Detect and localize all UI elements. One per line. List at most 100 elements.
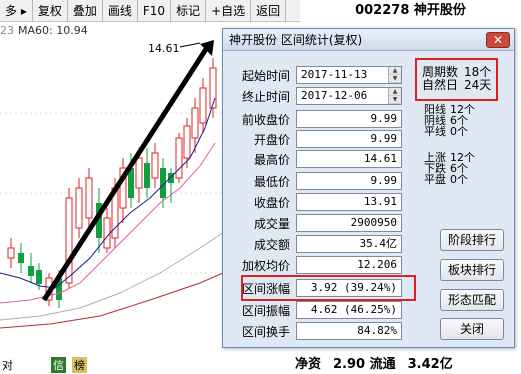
- high-marker-arrow: [179, 42, 201, 48]
- high-value: 14.61: [296, 150, 402, 168]
- natural-days-label: 自然日: [422, 78, 459, 92]
- spin-up-icon[interactable]: ▲: [389, 88, 401, 96]
- start-time-row: 起始时间 2017-11-13 ▲ ▼: [230, 66, 402, 84]
- underlying-info: 净资 2.90 流通 3.42亿: [295, 350, 521, 374]
- candle-body: [151, 152, 159, 179]
- ma-prefix: 23: [0, 24, 14, 37]
- candle-body: [191, 107, 199, 139]
- trend-arrow: [41, 44, 211, 302]
- start-time-spinner[interactable]: ▲ ▼: [388, 67, 401, 83]
- bottom-tab-2[interactable]: 信: [51, 357, 66, 373]
- range-turnover-label: 区间换手: [241, 324, 290, 339]
- low-label: 最低价: [253, 174, 290, 189]
- start-time-label: 起始时间: [241, 68, 290, 83]
- toolbar-f10[interactable]: F10: [138, 0, 172, 22]
- start-time-field[interactable]: 2017-11-13 ▲ ▼: [296, 66, 402, 84]
- prev-close-value: 9.99: [296, 110, 402, 128]
- trend-stats: 上涨 12个 下跌 6个 平盘 0个: [424, 152, 475, 185]
- stock-title: 002278 神开股份: [355, 3, 466, 18]
- field-row: 加权均价 12.206: [230, 256, 402, 274]
- field-row: 前收盘价 9.99: [230, 110, 402, 128]
- spin-down-icon[interactable]: ▼: [389, 96, 401, 104]
- candle-body: [199, 87, 207, 124]
- amount-value: 35.4亿: [296, 235, 402, 253]
- field-row: 收盘价 13.91: [230, 193, 402, 211]
- toolbar-draw-line[interactable]: 画线: [103, 0, 138, 22]
- range-gain-highlight: [241, 275, 416, 301]
- candle-body: [65, 197, 73, 284]
- period-stats: 周期数 18个 自然日 24天: [422, 66, 491, 92]
- spin-up-icon[interactable]: ▲: [389, 67, 401, 75]
- candle-body: [103, 217, 111, 249]
- volume-value: 2900950: [296, 214, 402, 232]
- field-row: 成交量 2900950: [230, 214, 402, 232]
- float-value: 3.42亿: [407, 356, 453, 372]
- bottom-tab-1[interactable]: 对: [0, 357, 15, 373]
- stage-rank-button[interactable]: 阶段排行: [440, 229, 504, 251]
- toolbar-mark[interactable]: 标记: [171, 0, 207, 22]
- bottom-tab-strip: 对 信 榜: [0, 356, 230, 374]
- candle-body: [28, 266, 34, 276]
- candle-body: [183, 125, 191, 159]
- close-label: 收盘价: [253, 195, 290, 210]
- field-row: 最高价 14.61: [230, 150, 402, 168]
- avg-price-value: 12.206: [296, 256, 402, 274]
- avg-price-label: 加权均价: [241, 258, 290, 273]
- flat-candle-value: 0个: [450, 125, 468, 138]
- candle-body: [135, 157, 143, 189]
- prev-close-label: 前收盘价: [241, 112, 290, 127]
- toolbar-add-watchlist[interactable]: +自选: [206, 0, 252, 22]
- toolbar-more[interactable]: 多 ▸: [0, 0, 33, 22]
- open-value: 9.99: [296, 130, 402, 148]
- natural-days-value: 24天: [464, 78, 492, 92]
- field-row: 区间振幅 4.62 (46.25%): [230, 301, 402, 319]
- end-time-row: 终止时间 2017-12-06 ▲ ▼: [230, 87, 402, 105]
- sector-rank-button[interactable]: 板块排行: [440, 259, 504, 281]
- candlestick-chart[interactable]: [0, 38, 230, 353]
- candle-body: [209, 67, 217, 109]
- volume-label: 成交量: [253, 216, 290, 231]
- close-icon[interactable]: ✕: [486, 32, 510, 48]
- spin-down-icon[interactable]: ▼: [389, 75, 401, 83]
- field-row: 成交额 35.4亿: [230, 235, 402, 253]
- candle-body: [175, 137, 183, 179]
- high-price-label: 14.61: [148, 42, 180, 55]
- open-label: 开盘价: [253, 132, 290, 147]
- end-time-label: 终止时间: [241, 89, 290, 104]
- range-amplitude-value: 4.62 (46.25%): [296, 301, 402, 319]
- flat-candle-label: 平线: [424, 125, 446, 138]
- low-value: 9.99: [296, 172, 402, 190]
- amount-label: 成交额: [253, 237, 290, 252]
- candle-body: [144, 163, 150, 188]
- float-info: 2.90 流通: [333, 356, 396, 372]
- toolbar-restore-rights[interactable]: 复权: [33, 0, 68, 22]
- end-time-spinner[interactable]: ▲ ▼: [388, 88, 401, 104]
- end-time-field[interactable]: 2017-12-06 ▲ ▼: [296, 87, 402, 105]
- candle-body: [75, 187, 83, 229]
- ma-indicator: 23 MA60: 10.94: [0, 24, 88, 38]
- net-asset-label: 净资: [295, 356, 322, 372]
- ma60-value: MA60: 10.94: [18, 24, 88, 37]
- high-label: 最高价: [253, 152, 290, 167]
- candle-body: [18, 253, 24, 263]
- toolbar-overlay[interactable]: 叠加: [68, 0, 103, 22]
- close-button[interactable]: 关闭: [440, 318, 504, 340]
- pattern-match-button[interactable]: 形态匹配: [440, 289, 504, 311]
- field-row: 开盘价 9.99: [230, 130, 402, 148]
- dialog-titlebar[interactable]: 神开股份 区间统计(复权) ✕: [223, 29, 514, 51]
- flat-value: 0个: [450, 173, 468, 186]
- close-value: 13.91: [296, 193, 402, 211]
- field-row: 最低价 9.99: [230, 172, 402, 190]
- end-time-value[interactable]: 2017-12-06: [297, 88, 388, 104]
- chart-toolbar: 多 ▸ 复权 叠加 画线 F10 标记 +自选 返回: [0, 0, 300, 22]
- bottom-tab-3[interactable]: 榜: [72, 357, 87, 373]
- dialog-title: 神开股份 区间统计(复权): [229, 33, 363, 47]
- candle-body: [36, 270, 42, 284]
- range-amplitude-label: 区间振幅: [241, 303, 290, 318]
- flat-label: 平盘: [424, 173, 446, 186]
- start-time-value[interactable]: 2017-11-13: [297, 67, 388, 83]
- range-turnover-value: 84.82%: [296, 322, 402, 340]
- toolbar-back[interactable]: 返回: [251, 0, 287, 22]
- field-row: 区间换手 84.82%: [230, 322, 402, 340]
- ma-line-blue: [0, 97, 216, 289]
